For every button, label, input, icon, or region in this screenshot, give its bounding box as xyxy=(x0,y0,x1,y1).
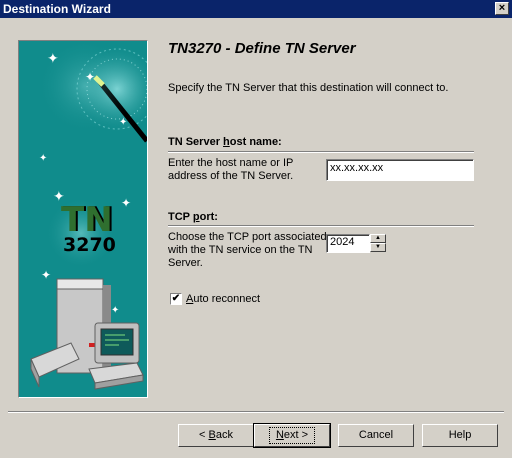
svg-text:✦: ✦ xyxy=(41,268,51,282)
back-button[interactable]: < Back xyxy=(178,424,254,447)
auto-reconnect-checkbox[interactable]: ✔ xyxy=(170,293,182,305)
svg-text:✦: ✦ xyxy=(121,196,131,210)
host-section-title: TN Server host name: xyxy=(168,136,282,148)
tcp-port-input[interactable]: 2024 xyxy=(326,234,370,253)
spin-down-icon[interactable]: ▼ xyxy=(370,243,386,252)
close-icon: × xyxy=(498,2,506,14)
svg-text:✦: ✦ xyxy=(85,70,95,84)
port-section-title: TCP port: xyxy=(168,211,218,223)
port-section-divider xyxy=(168,225,474,227)
spin-up-icon[interactable]: ▲ xyxy=(370,234,386,243)
host-name-input[interactable]: xx.xx.xx.xx xyxy=(326,159,474,181)
page-intro: Specify the TN Server that this destinat… xyxy=(168,82,449,94)
cancel-button[interactable]: Cancel xyxy=(338,424,414,447)
port-description: Choose the TCP port associated with the … xyxy=(168,231,327,269)
svg-text:✦: ✦ xyxy=(39,153,47,164)
checkmark-icon: ✔ xyxy=(171,293,181,304)
svg-text:✦: ✦ xyxy=(111,305,119,316)
next-button[interactable]: Next > xyxy=(253,423,331,448)
host-section-divider xyxy=(168,151,474,153)
wizard-art-icon: ✦ ✦ ✦ ✦ ✦ ✦ ✦ ✦ TN TN 3270 xyxy=(19,41,147,397)
footer-divider xyxy=(8,411,504,413)
host-description: Enter the host name or IP address of the… xyxy=(168,157,294,182)
title-bar: Destination Wizard × xyxy=(0,0,512,18)
svg-text:✦: ✦ xyxy=(47,51,59,67)
svg-text:✦: ✦ xyxy=(119,117,127,128)
help-button[interactable]: Help xyxy=(422,424,498,447)
window-title: Destination Wizard xyxy=(3,2,111,16)
tn3270-logo-text: 3270 xyxy=(63,234,116,256)
auto-reconnect-label[interactable]: Auto reconnect xyxy=(186,293,260,305)
tcp-port-spinner[interactable]: ▲ ▼ xyxy=(370,234,386,253)
wizard-illustration: ✦ ✦ ✦ ✦ ✦ ✦ ✦ ✦ TN TN 3270 xyxy=(18,40,148,398)
page-title: TN3270 - Define TN Server xyxy=(168,40,356,57)
close-button[interactable]: × xyxy=(495,2,509,15)
